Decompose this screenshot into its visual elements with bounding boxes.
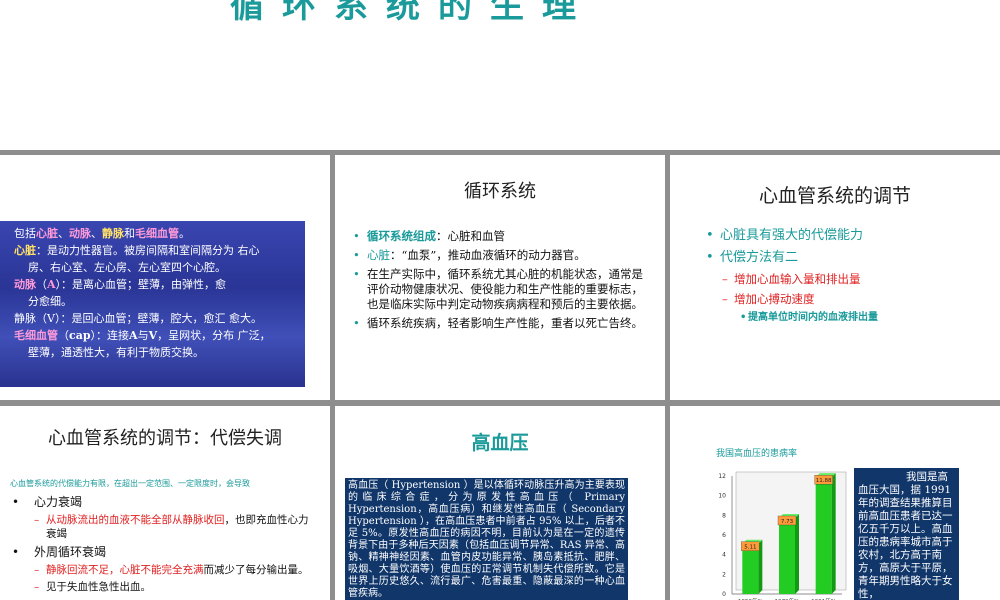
bar-side: [831, 473, 836, 594]
top-slide-title: 循环系统的生理: [230, 0, 594, 26]
panel-text: 与: [137, 329, 149, 342]
y-tick-label: 0: [722, 591, 726, 598]
panel-line: 包括心脏、动脉、静脉和毛细血管。: [14, 225, 299, 242]
chart-title: 我国高血压的患病率: [716, 449, 798, 459]
panel-text: （: [58, 329, 69, 342]
panel-text: 包括: [14, 227, 36, 240]
box-text-first: 我国是高: [906, 471, 948, 483]
panel-text: （: [36, 278, 47, 291]
bar: [815, 477, 832, 594]
panel-text: 。: [179, 227, 190, 240]
slide-thumbnail-5[interactable]: 高血压 高血压（ Hypertension ）是以体循环动脉压升高为主要表现的临…: [335, 406, 665, 600]
slide-thumbnail-6[interactable]: 我国高血压的患病率 0246810125.111959年%7.731979年%1…: [670, 406, 1000, 600]
data-label: 7.73: [781, 519, 794, 525]
panel-text: A: [129, 329, 138, 342]
list-item: 增加心血输入量和排出量: [706, 271, 976, 287]
bar: [742, 543, 759, 594]
slide-thumbnail-3[interactable]: 心血管系统的调节 心脏具有强大的代偿能力 代偿方法有二 增加心血输入量和排出量 …: [670, 155, 1000, 400]
list-item: 心脏具有强大的代偿能力: [706, 227, 976, 244]
list-item: 静脉回流不足，心脏不能完全充满而减少了每分输出量。: [10, 563, 310, 577]
panel-text: 静脉: [102, 227, 124, 240]
box-text: 血压大国，据 1991 年的调查结果推算目前高血压患者已达一亿五千万以上。高血压…: [858, 484, 953, 600]
slide-title: 心血管系统的调节：代偿失调: [48, 428, 282, 449]
bullet-text: ：心脏和血管: [436, 229, 505, 243]
bullet-label: 心脏: [367, 248, 390, 262]
bullet-text: 在生产实际中，循环系统尤其心脏的机能状态，通常是评价动物健康状况、使役能力和生产…: [367, 267, 643, 311]
panel-text: 毛细血管: [135, 227, 179, 240]
list-item: 从动脉流出的血液不能全部从静脉收回，也即充血性心力衰竭: [10, 513, 310, 541]
slide-thumbnail-2[interactable]: 循环系统 循环系统组成：心脏和血管 心脏：“血泵”，推动血液循环的动力器官。 在…: [335, 155, 665, 400]
bar-side: [795, 513, 799, 594]
highlight-text: 从动脉流出的血液不能全部从静脉收回: [46, 514, 225, 526]
bullet-list: 循环系统组成：心脏和血管 心脏：“血泵”，推动血液循环的动力器官。 在生产实际中…: [353, 229, 643, 335]
panel-text: A: [47, 278, 56, 291]
prevalence-bar-chart: 0246810125.111959年%7.731979年%11.881991年%: [718, 471, 847, 600]
intro-text: 心血管系统的代偿能力有限，在超出一定范围、一定限度时，会导致: [10, 479, 250, 488]
panel-text: ）：连接: [90, 329, 130, 342]
panel-text: 壁薄，通透性大，有利于物质交换。: [28, 346, 204, 359]
panel-line: 心脏：是动力性器官。被房间隔和室间隔分为 右心: [14, 242, 299, 259]
bullet-list: 心脏具有强大的代偿能力 代偿方法有二 增加心血输入量和排出量 增加心搏动速度 提…: [706, 227, 976, 325]
panel-text: 分愈细。: [28, 295, 72, 308]
slide-thumbnail-1[interactable]: 包括心脏、动脉、静脉和毛细血管。 心脏：是动力性器官。被房间隔和室间隔分为 右心房…: [0, 155, 330, 400]
panel-text: 和: [124, 227, 135, 240]
bullet-label: 循环系统组成: [367, 229, 436, 243]
y-tick-label: 6: [722, 532, 726, 539]
panel-text: 动脉: [14, 278, 36, 291]
panel-text: 心脏: [14, 244, 36, 257]
list-item: 心力衰竭: [10, 494, 310, 511]
panel-text: 房、右心室、左心房、左心室四个心腔。: [28, 261, 226, 274]
top-slide: 循环系统的生理: [0, 0, 1000, 150]
bar: [779, 517, 795, 594]
list-item: 代偿方法有二: [706, 249, 976, 266]
panel-text: 静脉（V）：是回心血管；壁薄，腔大，愈汇 愈大。: [14, 312, 262, 325]
list-item: 提高单位时间内的血液排出量: [706, 311, 976, 325]
panel-line: 毛细血管（cap）：连接A与V，呈网状，分布 广泛，: [14, 327, 299, 344]
slide-thumbnail-4[interactable]: 心血管系统的调节：代偿失调 心血管系统的代偿能力有限，在超出一定范围、一定限度时…: [0, 406, 330, 600]
list-item: 循环系统疾病，轻者影响生产性能，重者以死亡告终。: [353, 316, 643, 331]
circulatory-components-panel: 包括心脏、动脉、静脉和毛细血管。 心脏：是动力性器官。被房间隔和室间隔分为 右心房…: [0, 221, 305, 387]
hypertension-text-box: 高血压（ Hypertension ）是以体循环动脉压升高为主要表现的临床综合症…: [345, 478, 628, 600]
y-tick-label: 10: [718, 493, 726, 500]
bullet-text: ：“血泵”，推动血液循环的动力器官。: [390, 248, 586, 262]
panel-line: 静脉（V）：是回心血管；壁薄，腔大，愈汇 愈大。: [14, 310, 299, 327]
panel-text: ，呈网状，分布 广泛，: [157, 329, 271, 342]
panel-text: cap: [69, 329, 91, 342]
list-item: 见于失血性急性出血。: [10, 580, 310, 594]
highlight-text: 静脉回流不足，心脏不能完全充满: [46, 564, 204, 576]
slide-title: 循环系统: [464, 181, 536, 202]
slide-title: 心血管系统的调节: [758, 185, 911, 207]
list-item: 外周循环衰竭: [10, 544, 310, 561]
y-tick-label: 2: [722, 571, 726, 578]
y-tick-label: 12: [718, 473, 726, 480]
panel-line: 壁薄，通透性大，有利于物质交换。: [14, 344, 299, 361]
panel-text: 毛细血管: [14, 329, 58, 342]
list-item: 增加心搏动速度: [706, 291, 976, 307]
panel-line: 动脉（A）：是离心血管；壁薄，由弹性，愈: [14, 276, 299, 293]
slide-title: 高血压: [471, 432, 529, 454]
bullet-text: 而减少了每分输出量。: [203, 564, 309, 576]
panel-text: V: [148, 329, 158, 342]
bullet-text: 循环系统疾病，轻者影响生产性能，重者以死亡告终。: [367, 316, 643, 330]
panel-text: 、: [58, 227, 69, 240]
bullet-list: 心力衰竭 从动脉流出的血液不能全部从静脉收回，也即充血性心力衰竭 外周循环衰竭 …: [10, 494, 310, 597]
y-tick-label: 8: [722, 512, 726, 519]
y-tick-label: 4: [722, 552, 726, 559]
panel-text: 、: [91, 227, 102, 240]
data-label: 5.11: [744, 545, 756, 551]
panel-text: ）：是离心血管；壁薄，由弹性，愈: [55, 278, 227, 291]
list-item: 心脏：“血泵”，推动血液循环的动力器官。: [353, 248, 643, 263]
hypertension-stats-box: 我国是高血压大国，据 1991 年的调查结果推算目前高血压患者已达一亿五千万以上…: [854, 468, 959, 600]
panel-text: ：是动力性器官。被房间隔和室间隔分为 右心: [36, 244, 260, 257]
list-item: 在生产实际中，循环系统尤其心脏的机能状态，通常是评价动物健康状况、使役能力和生产…: [353, 267, 643, 312]
panel-text: 动脉: [69, 227, 91, 240]
panel-line: 分愈细。: [14, 293, 299, 310]
panel-text: 心脏: [36, 227, 58, 240]
panel-line: 房、右心室、左心房、左心室四个心腔。: [14, 259, 299, 276]
list-item: 循环系统组成：心脏和血管: [353, 229, 643, 244]
data-label: 11.88: [816, 478, 832, 484]
